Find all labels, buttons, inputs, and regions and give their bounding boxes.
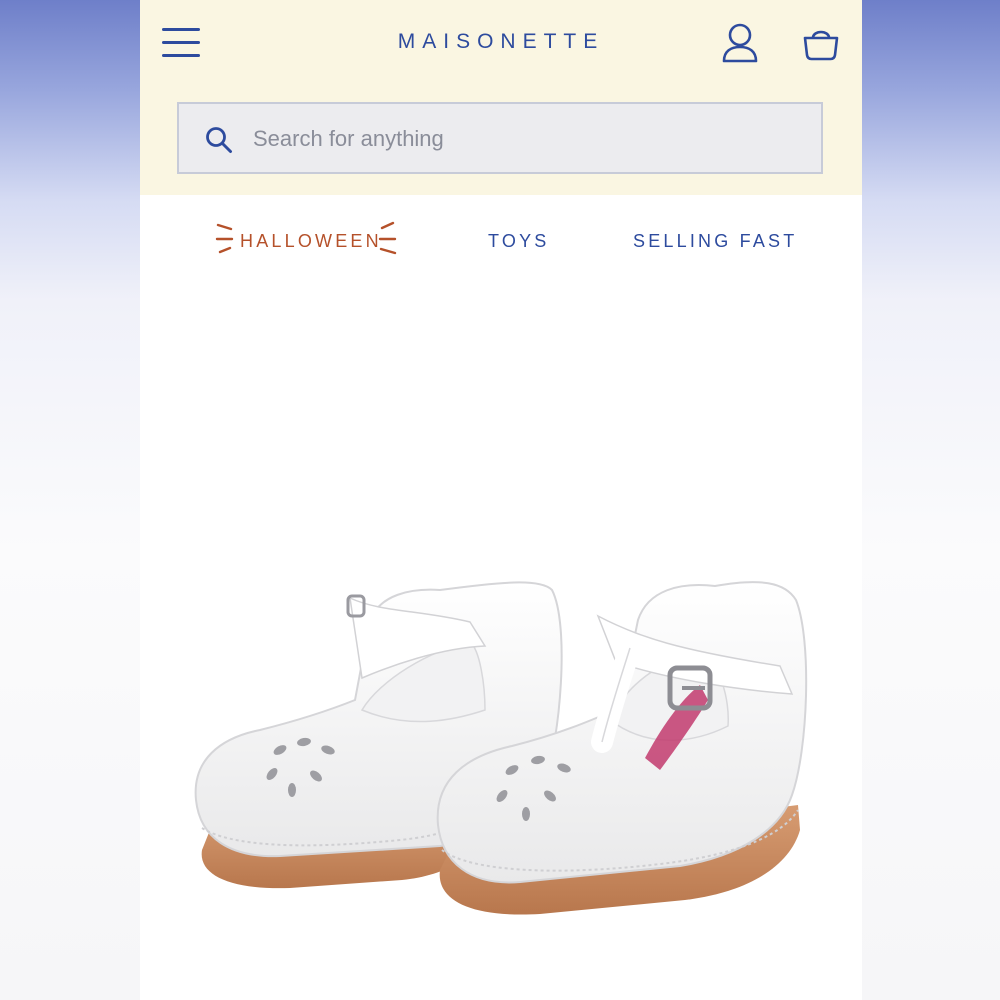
user-account-icon[interactable] <box>718 22 762 64</box>
nav-item-selling-fast[interactable]: SELLING FAST <box>633 231 797 252</box>
background-right-panel <box>862 0 1000 1000</box>
nav-item-halloween[interactable]: HALLOWEEN <box>240 231 382 252</box>
search-input[interactable] <box>251 118 795 160</box>
shopping-bag-icon[interactable] <box>800 26 842 62</box>
background-left-panel <box>0 0 140 1000</box>
sparkle-left-icon <box>214 219 236 259</box>
sparkle-right-icon <box>376 219 398 259</box>
product-image[interactable] <box>140 290 862 1000</box>
search-bar[interactable] <box>177 102 823 174</box>
nav-item-toys[interactable]: TOYS <box>488 231 549 252</box>
site-header: MAISONETTE <box>140 0 862 195</box>
search-icon[interactable] <box>205 126 233 154</box>
category-nav: HALLOWEEN TOYS SELLING FAST <box>140 195 862 290</box>
mobile-page: MAISONETTE Search for anything HALLOWEEN… <box>140 0 862 1000</box>
